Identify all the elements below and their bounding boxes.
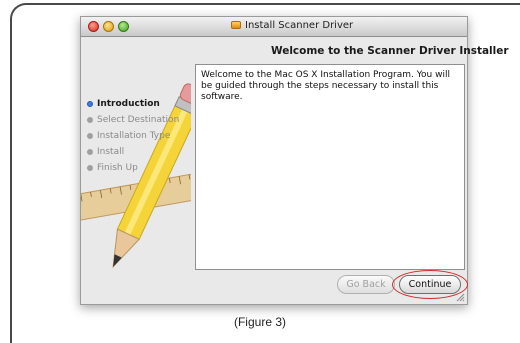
close-icon[interactable] <box>88 21 99 32</box>
step-finish-up: Finish Up <box>87 160 179 176</box>
installer-window: Install Scanner Driver Introduction Sele… <box>80 16 509 306</box>
step-bullet-icon <box>87 117 93 123</box>
step-introduction: Introduction <box>87 96 179 112</box>
resize-grip-icon[interactable] <box>455 292 465 302</box>
page-title: Welcome to the Scanner Driver Installer <box>271 45 509 57</box>
installer-sidebar: Introduction Select Destination Installa… <box>81 37 191 306</box>
step-bullet-icon <box>87 149 93 155</box>
figure-caption: (Figure 3) <box>233 315 286 329</box>
step-installation-type: Installation Type <box>87 128 179 144</box>
go-back-button[interactable]: Go Back <box>337 275 395 294</box>
window-title-text: Install Scanner Driver <box>245 20 354 31</box>
step-bullet-icon <box>87 165 93 171</box>
title-bar[interactable]: Install Scanner Driver <box>81 17 467 37</box>
step-bullet-icon <box>87 133 93 139</box>
installer-disk-icon <box>231 21 241 29</box>
step-bullet-icon <box>87 101 93 107</box>
minimize-icon[interactable] <box>103 21 114 32</box>
zoom-icon[interactable] <box>118 21 129 32</box>
welcome-text-area[interactable]: Welcome to the Mac OS X Installation Pro… <box>195 64 465 270</box>
step-select-destination: Select Destination <box>87 112 179 128</box>
step-install: Install <box>87 144 179 160</box>
step-list: Introduction Select Destination Installa… <box>87 96 179 176</box>
welcome-message: Welcome to the Mac OS X Installation Pro… <box>201 70 450 102</box>
window-title: Install Scanner Driver <box>231 20 353 31</box>
